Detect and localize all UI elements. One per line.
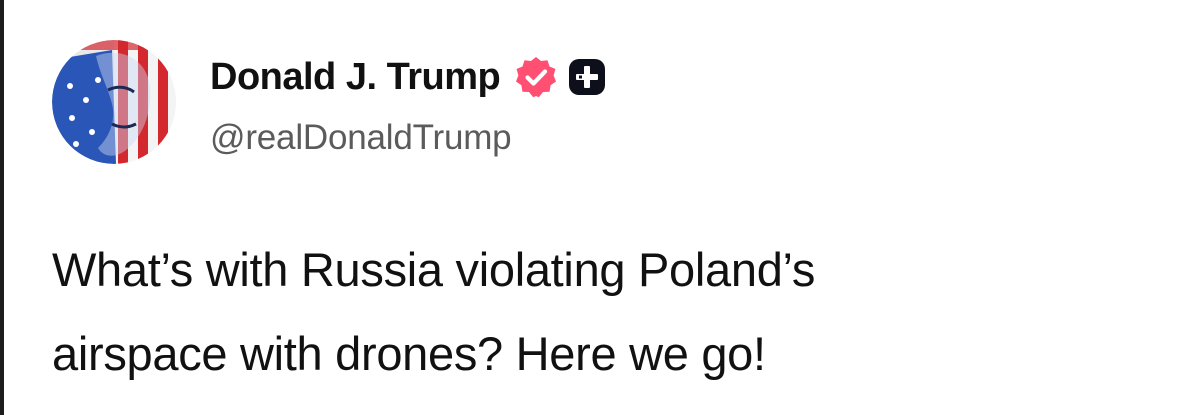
- avatar[interactable]: [52, 40, 176, 164]
- verified-badge-icon: [514, 55, 558, 99]
- post-body: What’s with Russia violating Poland’s ai…: [52, 228, 1152, 396]
- post-text-line: What’s with Russia violating Poland’s: [52, 243, 816, 296]
- display-name[interactable]: Donald J. Trump: [210, 56, 501, 99]
- post-text-line: airspace with drones? Here we go!: [52, 327, 766, 380]
- social-post: Donald J. Trump @realDonaldTrump What’s …: [0, 0, 1200, 415]
- left-border: [0, 0, 4, 415]
- plus-badge-icon: [568, 58, 606, 96]
- user-handle[interactable]: @realDonaldTrump: [210, 118, 512, 158]
- author-name-row: Donald J. Trump: [210, 52, 606, 102]
- avatar-image: [52, 40, 176, 164]
